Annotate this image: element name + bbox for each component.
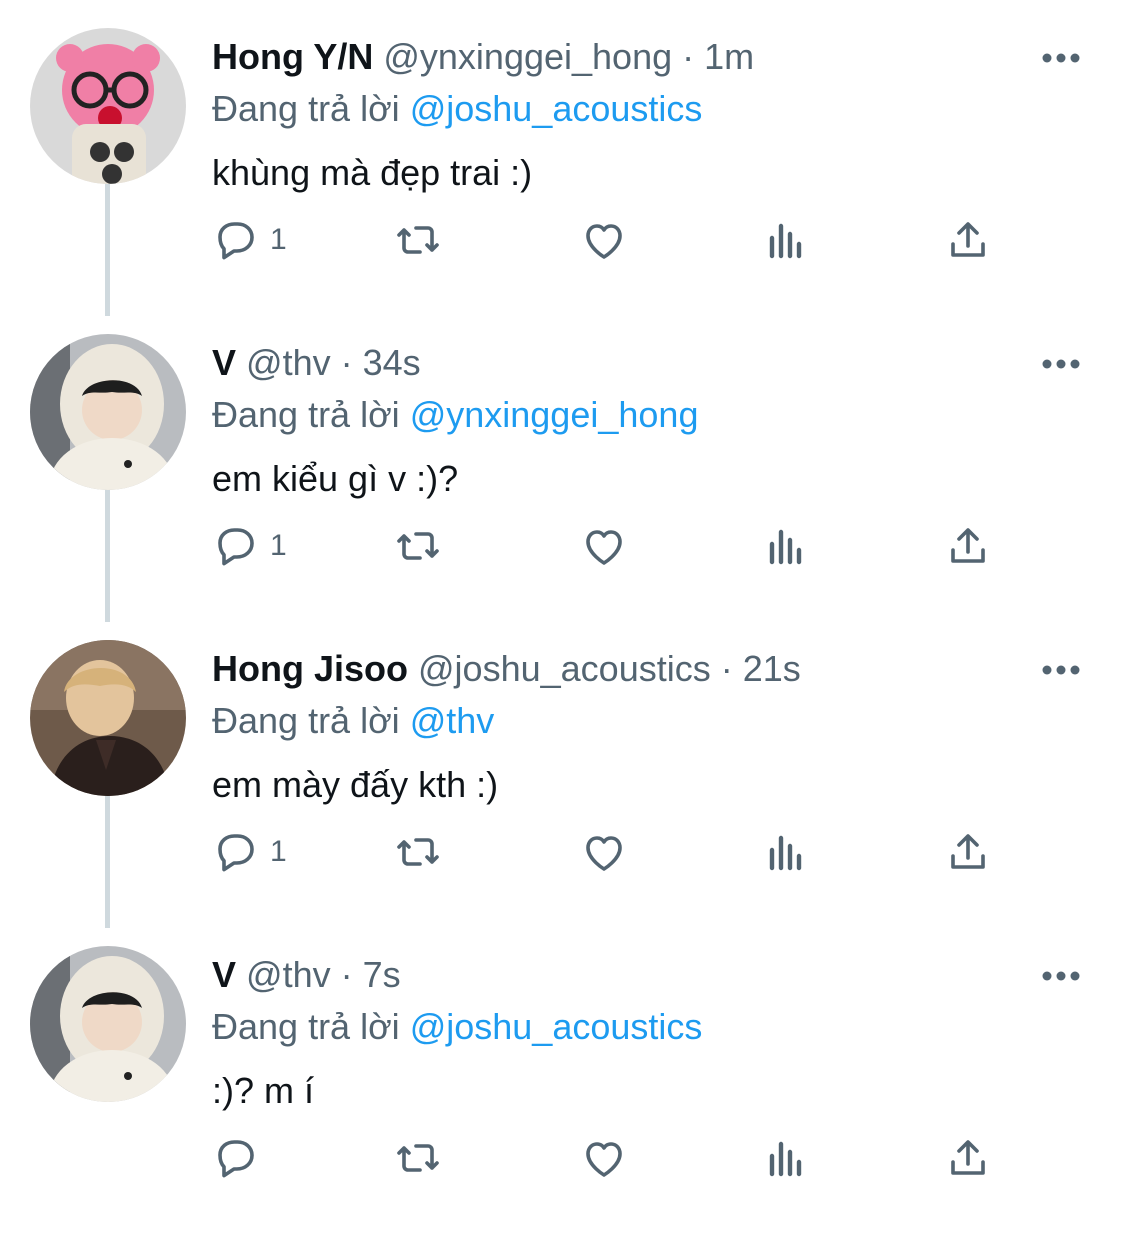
- reply-icon: [218, 834, 254, 872]
- mention-link[interactable]: @ynxinggei_hong: [410, 394, 699, 435]
- action-bar: 1: [0, 214, 1125, 266]
- avatar[interactable]: [30, 946, 186, 1102]
- timestamp[interactable]: 34s: [363, 342, 421, 383]
- tweet-header: Hong Y/N @ynxinggei_hong · 1m: [212, 34, 754, 80]
- like-button[interactable]: [580, 1132, 628, 1184]
- views-button[interactable]: [762, 520, 810, 572]
- retweet-icon: [397, 838, 439, 866]
- replying-prefix: Đang trả lời: [212, 88, 400, 129]
- action-bar: 1: [0, 826, 1125, 878]
- share-button[interactable]: [944, 826, 992, 878]
- tweet-header: Hong Jisoo @joshu_acoustics · 21s: [212, 646, 801, 692]
- reply-button[interactable]: [212, 1132, 270, 1184]
- mention-link[interactable]: @joshu_acoustics: [410, 1006, 703, 1047]
- like-icon: [586, 530, 622, 565]
- more-button[interactable]: [1041, 38, 1081, 78]
- retweet-button[interactable]: [394, 520, 442, 572]
- tweet[interactable]: V @thv · 7s Đang trả lời @joshu_acoustic…: [0, 928, 1125, 1234]
- share-icon: [951, 1140, 985, 1175]
- more-icon: [1042, 359, 1080, 369]
- reply-count: 1: [270, 223, 287, 256]
- views-icon: [769, 223, 802, 259]
- reply-icon: [218, 528, 254, 566]
- like-button[interactable]: [580, 826, 628, 878]
- views-icon: [769, 529, 802, 565]
- replying-prefix: Đang trả lời: [212, 700, 400, 741]
- more-icon: [1042, 53, 1080, 63]
- share-button[interactable]: [944, 214, 992, 266]
- reply-button[interactable]: 1: [212, 520, 287, 572]
- user-handle[interactable]: @ynxinggei_hong: [383, 36, 672, 77]
- display-name[interactable]: Hong Jisoo: [212, 648, 408, 689]
- retweet-button[interactable]: [394, 1132, 442, 1184]
- tweet-text: em mày đấy kth :): [212, 764, 499, 805]
- user-handle[interactable]: @thv: [246, 342, 331, 383]
- share-button[interactable]: [944, 520, 992, 572]
- replying-to: Đang trả lời @thv: [212, 698, 494, 744]
- timestamp[interactable]: 7s: [363, 954, 401, 995]
- like-icon: [586, 224, 622, 259]
- replying-to: Đang trả lời @joshu_acoustics: [212, 86, 702, 132]
- more-button[interactable]: [1041, 344, 1081, 384]
- timestamp[interactable]: 1m: [704, 36, 754, 77]
- tweet[interactable]: Hong Jisoo @joshu_acoustics · 21s Đang t…: [0, 622, 1125, 928]
- like-icon: [586, 836, 622, 871]
- replying-to: Đang trả lời @ynxinggei_hong: [212, 392, 698, 438]
- tweet-text: :)? m í: [212, 1070, 315, 1111]
- views-button[interactable]: [762, 1132, 810, 1184]
- like-button[interactable]: [580, 520, 628, 572]
- reply-icon: [218, 1140, 254, 1178]
- user-handle[interactable]: @joshu_acoustics: [418, 648, 711, 689]
- like-button[interactable]: [580, 214, 628, 266]
- reply-count: 1: [270, 529, 287, 562]
- separator: ·: [340, 342, 353, 383]
- tweet-header: V @thv · 7s: [212, 952, 401, 998]
- display-name[interactable]: V: [212, 954, 236, 995]
- retweet-icon: [397, 532, 439, 560]
- views-button[interactable]: [762, 214, 810, 266]
- action-bar: 1: [0, 520, 1125, 572]
- like-icon: [586, 1142, 622, 1177]
- reply-button[interactable]: 1: [212, 826, 287, 878]
- replying-prefix: Đang trả lời: [212, 394, 400, 435]
- separator: ·: [682, 36, 695, 77]
- user-handle[interactable]: @thv: [246, 954, 331, 995]
- share-icon: [951, 834, 985, 869]
- avatar[interactable]: [30, 28, 186, 184]
- action-bar: [0, 1132, 1125, 1184]
- tweet-text: khùng mà đẹp trai :): [212, 152, 533, 193]
- retweet-button[interactable]: [394, 826, 442, 878]
- more-icon: [1042, 971, 1080, 981]
- retweet-icon: [397, 1144, 439, 1172]
- views-icon: [769, 1141, 802, 1177]
- separator: ·: [720, 648, 733, 689]
- tweet-text: em kiểu gì v :)?: [212, 458, 459, 499]
- share-icon: [951, 222, 985, 257]
- more-icon: [1042, 665, 1080, 675]
- mention-link[interactable]: @joshu_acoustics: [410, 88, 703, 129]
- replying-to: Đang trả lời @joshu_acoustics: [212, 1004, 702, 1050]
- more-button[interactable]: [1041, 650, 1081, 690]
- display-name[interactable]: V: [212, 342, 236, 383]
- tweet[interactable]: V @thv · 34s Đang trả lời @ynxinggei_hon…: [0, 316, 1125, 622]
- reply-icon: [218, 222, 254, 260]
- more-button[interactable]: [1041, 956, 1081, 996]
- tweet-header: V @thv · 34s: [212, 340, 421, 386]
- views-button[interactable]: [762, 826, 810, 878]
- retweet-icon: [397, 226, 439, 254]
- avatar[interactable]: [30, 334, 186, 490]
- avatar[interactable]: [30, 640, 186, 796]
- timestamp[interactable]: 21s: [743, 648, 801, 689]
- display-name[interactable]: Hong Y/N: [212, 36, 373, 77]
- views-icon: [769, 835, 802, 871]
- mention-link[interactable]: @thv: [410, 700, 495, 741]
- share-icon: [951, 528, 985, 563]
- replying-prefix: Đang trả lời: [212, 1006, 400, 1047]
- share-button[interactable]: [944, 1132, 992, 1184]
- retweet-button[interactable]: [394, 214, 442, 266]
- tweet[interactable]: Hong Y/N @ynxinggei_hong · 1m Đang trả l…: [0, 10, 1125, 316]
- reply-button[interactable]: 1: [212, 214, 287, 266]
- reply-count: 1: [270, 835, 287, 868]
- separator: ·: [340, 954, 353, 995]
